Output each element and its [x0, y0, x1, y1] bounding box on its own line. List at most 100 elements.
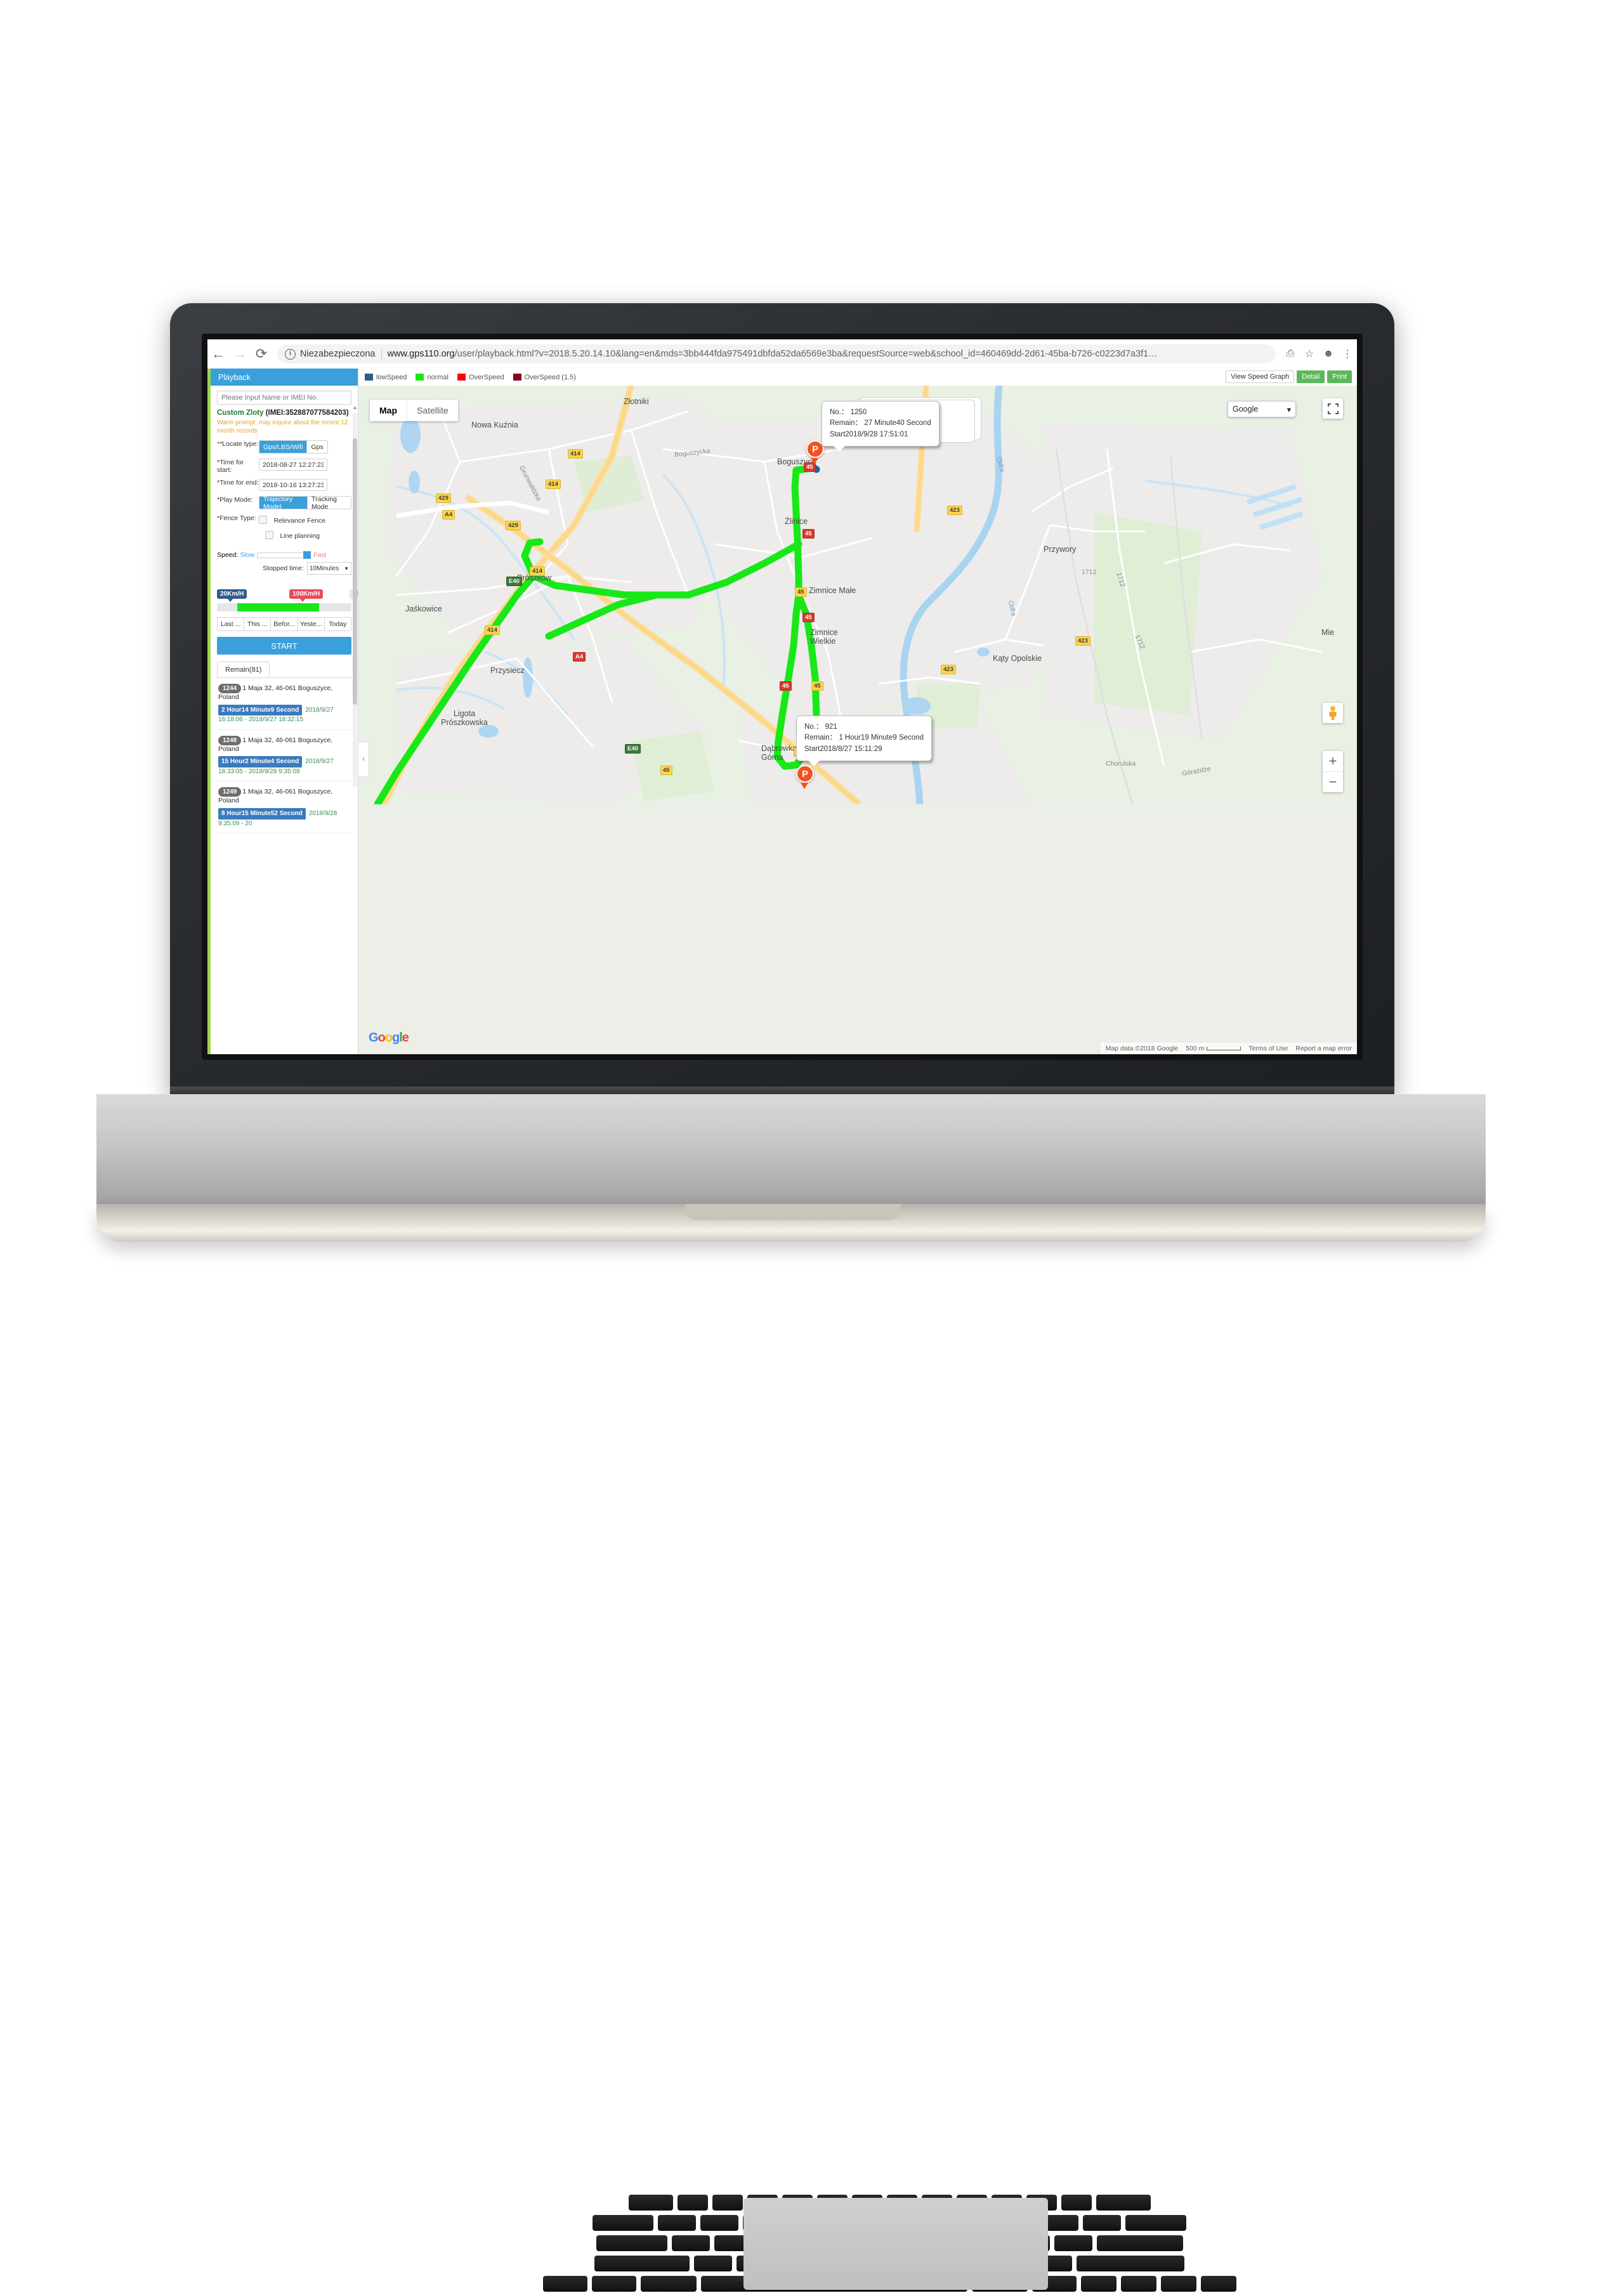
- list-item[interactable]: 1248 1 Maja 32, 46-061 Boguszyce, Poland …: [217, 730, 351, 782]
- info-window[interactable]: No.： 1250 Remain： 27 Minute40 Second Sta…: [822, 401, 940, 452]
- info-remain-label: Remain：: [830, 419, 863, 428]
- map-type-control[interactable]: Map Satellite: [370, 400, 458, 421]
- record-duration: 15 Hour2 Minute4 Second: [218, 756, 303, 768]
- info-remain-row: Remain： 27 Minute40 Second: [830, 418, 931, 429]
- speed-scale-fill: [237, 603, 320, 612]
- time-start-input[interactable]: [259, 459, 327, 471]
- record-duration: 8 Hour15 Minute52 Second: [218, 808, 306, 820]
- fence-line-row[interactable]: Line planning: [265, 530, 325, 541]
- map-provider-select[interactable]: Google ▾: [1228, 401, 1296, 417]
- view-speed-graph-button[interactable]: View Speed Graph: [1226, 370, 1295, 383]
- stopped-time-value: 10Minutes: [309, 565, 339, 572]
- map-provider-value: Google: [1233, 405, 1259, 414]
- zoom-in-button[interactable]: +: [1323, 751, 1343, 772]
- list-item[interactable]: 1249 1 Maja 32, 46-061 Boguszyce, Poland …: [217, 781, 351, 834]
- locate-type-segmented[interactable]: Gps/LBS/Wifi Gps: [259, 440, 328, 454]
- url-text: www.gps110.org/user/playback.html?v=2018…: [388, 349, 1158, 359]
- relevance-fence-checkbox[interactable]: [259, 516, 267, 525]
- info-start-row: Start2018/9/28 17:51:01: [830, 430, 908, 438]
- map-type-map[interactable]: Map: [370, 400, 407, 421]
- google-logo-o2: o: [384, 1031, 393, 1045]
- sidebar-scrollbar[interactable]: [353, 413, 357, 787]
- key: [1077, 2256, 1184, 2271]
- translate-icon[interactable]: ⎙: [1281, 344, 1300, 363]
- parking-marker[interactable]: P: [806, 440, 824, 464]
- time-end-input[interactable]: [259, 479, 327, 492]
- list-item[interactable]: 1244 1 Maja 32, 46-061 Boguszyce, Poland …: [217, 678, 351, 730]
- legend-label-overspeed: OverSpeed: [468, 373, 504, 381]
- parking-marker[interactable]: P: [796, 765, 814, 789]
- road-shield: E40: [506, 577, 522, 586]
- browser-toolbar: ← → ⟳ i Niezabezpieczona www.gps110.org/…: [207, 339, 1357, 369]
- speed-slider[interactable]: [257, 551, 311, 559]
- key: [677, 2195, 708, 2211]
- tab-remain[interactable]: Remain(81): [217, 662, 270, 678]
- reload-icon[interactable]: ⟳: [251, 343, 272, 365]
- fullscreen-button[interactable]: [1323, 398, 1343, 419]
- print-button[interactable]: Print: [1327, 370, 1352, 383]
- sidebar-collapse-button[interactable]: ‹: [358, 741, 369, 777]
- map-label: Nowa Kuźnia: [471, 421, 518, 429]
- key: [1083, 2215, 1121, 2231]
- map-panel: lowSpeed normal OverSpeed OverSpeed (1.5…: [358, 369, 1357, 1054]
- report-map-error-link[interactable]: Report a map error: [1295, 1045, 1352, 1052]
- speed-slider-knob[interactable]: [303, 551, 311, 559]
- quick-range-before[interactable]: Befor...: [270, 618, 298, 631]
- locate-option-gps-lbs-wifi[interactable]: Gps/LBS/Wifi: [259, 441, 307, 453]
- quick-range-group[interactable]: Last ... This ... Befor... Yeste... Toda…: [217, 617, 351, 632]
- map-type-satellite[interactable]: Satellite: [407, 400, 458, 421]
- quick-range-this[interactable]: This ...: [244, 618, 271, 631]
- google-logo-g2: g: [392, 1031, 400, 1045]
- info-no-label: No.：: [830, 408, 849, 416]
- map-label: Zimnice Małe: [809, 586, 856, 595]
- stopped-time-label: Stopped time:: [263, 565, 304, 573]
- legend-swatch-overspeed: [457, 374, 466, 381]
- quick-range-last[interactable]: Last ...: [218, 618, 244, 631]
- quick-range-yesterday[interactable]: Yeste...: [297, 618, 324, 631]
- map-canvas[interactable]: Map Satellite Google ▾ + − Nowa Kuźnia Z…: [358, 386, 1357, 1054]
- zoom-out-button[interactable]: −: [1323, 772, 1343, 792]
- detail-button[interactable]: Detail: [1297, 370, 1325, 383]
- road-shield: 429: [506, 521, 521, 530]
- record-address-row: 1244 1 Maja 32, 46-061 Boguszyce, Poland: [218, 684, 350, 702]
- speed-tag-100: 100Km/H: [289, 589, 324, 603]
- profile-icon[interactable]: ☻: [1319, 344, 1338, 363]
- locate-option-gps[interactable]: Gps: [306, 441, 327, 453]
- road-shield: 414: [568, 449, 583, 459]
- play-mode-tracking[interactable]: Tracking Mode: [307, 497, 351, 509]
- quick-range-today[interactable]: Today: [324, 618, 351, 631]
- back-icon[interactable]: ←: [207, 343, 229, 365]
- stopped-time-select[interactable]: 10Minutes ▼: [306, 562, 351, 575]
- key: [700, 2215, 738, 2231]
- legend-label-normal: normal: [427, 373, 449, 381]
- info-no-value: 1250: [850, 408, 867, 416]
- bookmark-star-icon[interactable]: ☆: [1300, 344, 1319, 363]
- app-root: Playback Custom Zloty (IMEI:352887077584…: [207, 369, 1357, 1054]
- key: [1160, 2276, 1196, 2292]
- terms-of-use-link[interactable]: Terms of Use: [1248, 1045, 1288, 1052]
- time-start-row: *Time for start:: [217, 459, 351, 474]
- info-window[interactable]: No.： 921 Remain： 1 Hour19 Minute9 Second…: [796, 715, 932, 766]
- sidebar-scroll-thumb[interactable]: [353, 438, 357, 705]
- road-shield: 45: [802, 613, 815, 622]
- start-button[interactable]: START: [217, 637, 351, 655]
- search-input[interactable]: [217, 391, 351, 405]
- pegman-icon: [1329, 706, 1337, 720]
- play-mode-row: *Play Mode: Trajectory Model Tracking Mo…: [217, 496, 351, 510]
- play-mode-trajectory[interactable]: Trajectory Model: [259, 497, 308, 509]
- forward-icon[interactable]: →: [229, 343, 251, 365]
- browser-menu-icon[interactable]: ⋮: [1338, 344, 1357, 363]
- line-planning-checkbox[interactable]: [265, 531, 273, 540]
- info-icon[interactable]: i: [285, 348, 296, 360]
- key: [712, 2195, 743, 2211]
- address-bar[interactable]: i Niezabezpieczona www.gps110.org/user/p…: [277, 344, 1276, 363]
- zoom-controls[interactable]: + −: [1323, 751, 1343, 792]
- time-start-label: *Time for start:: [217, 459, 244, 474]
- play-mode-segmented[interactable]: Trajectory Model Tracking Mode: [259, 496, 351, 510]
- scroll-up-arrow-icon[interactable]: ▲: [352, 404, 358, 411]
- key: [1080, 2276, 1116, 2292]
- street-view-pegman-button[interactable]: [1323, 703, 1343, 723]
- speed-scale-bar: [217, 603, 351, 612]
- records-tabstrip: Remain(81): [217, 662, 351, 679]
- fence-relevance-row[interactable]: Relevance Fence: [259, 514, 325, 526]
